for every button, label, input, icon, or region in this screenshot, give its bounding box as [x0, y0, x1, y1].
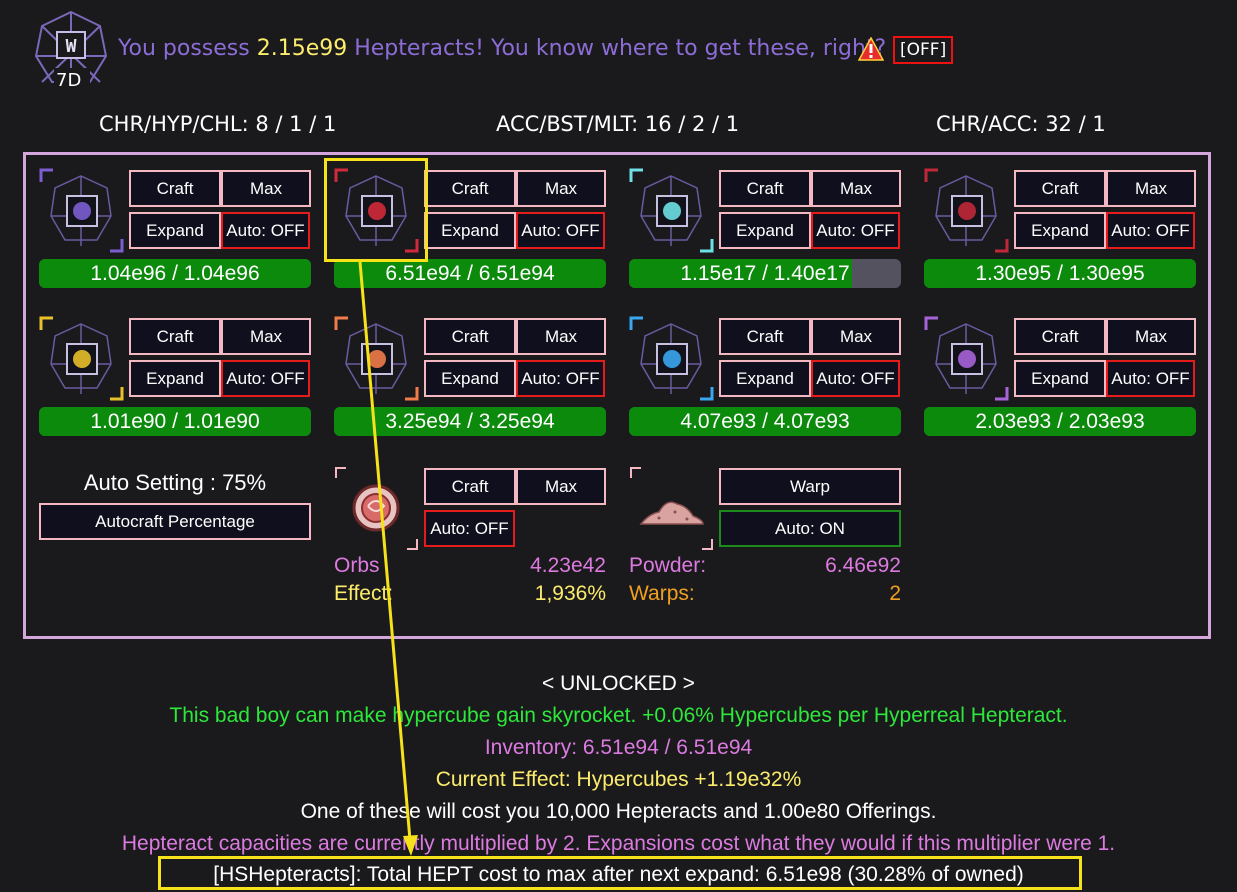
hepteract-amount: 2.15e99 — [256, 36, 348, 61]
capacity-text: 1.01e90 / 1.01e90 — [90, 410, 260, 433]
warning-icon[interactable] — [858, 37, 884, 61]
craft-button[interactable]: Craft — [1014, 318, 1106, 355]
boost-hepteract-icon[interactable] — [629, 316, 714, 401]
auto-toggle[interactable]: Auto: OFF — [221, 212, 310, 249]
hepteract-description: This bad boy can make hypercube gain sky… — [169, 704, 1068, 727]
capacity-text: 1.04e96 / 1.04e96 — [90, 262, 260, 285]
expand-button[interactable]: Expand — [1014, 212, 1106, 249]
powder-auto-toggle[interactable]: Auto: ON — [719, 510, 901, 547]
hs-highlight-box — [158, 856, 1082, 890]
inventory-text: Inventory: 6.51e94 / 6.51e94 — [484, 736, 753, 759]
capacity-bar: 1.30e95 / 1.30e95 — [924, 259, 1196, 288]
max-button[interactable]: Max — [1106, 170, 1196, 207]
auto-toggle[interactable]: Auto: OFF — [221, 360, 310, 397]
capacity-bar: 1.01e90 / 1.01e90 — [39, 407, 311, 436]
expand-button[interactable]: Expand — [719, 360, 811, 397]
cost-text: One of these will cost you 10,000 Hepter… — [300, 800, 937, 823]
current-effect-text: Current Effect: Hypercubes +1.19e32% — [435, 768, 802, 791]
effect-value: 1,936% — [534, 582, 606, 605]
auto-toggle[interactable]: Auto: OFF — [516, 212, 605, 249]
auto-toggle[interactable]: Auto: OFF — [1106, 212, 1195, 249]
abyss-hepteract-icon[interactable] — [924, 168, 1009, 253]
auto-setting-label: Auto Setting : 75% — [83, 470, 267, 495]
warps-label: Warps: — [629, 582, 695, 605]
capacity-text: 1.15e17 / 1.40e17 — [680, 262, 850, 285]
max-button[interactable]: Max — [811, 318, 901, 355]
capacity-bar: 1.15e17 / 1.40e17 — [629, 259, 901, 288]
capacity-bar: 2.03e93 / 2.03e93 — [924, 407, 1196, 436]
accelerator-hepteract-icon[interactable] — [334, 316, 419, 401]
max-button[interactable]: Max — [516, 170, 606, 207]
craft-button[interactable]: Craft — [129, 318, 221, 355]
max-button[interactable]: Max — [516, 318, 606, 355]
warp-button[interactable]: Warp — [719, 468, 901, 505]
auto-toggle[interactable]: Auto: OFF — [1106, 360, 1195, 397]
craft-button[interactable]: Craft — [129, 170, 221, 207]
ratio-chr-acc: CHR/ACC: 32 / 1 — [936, 112, 1106, 136]
unlocked-status: < UNLOCKED > — [542, 672, 695, 695]
craft-button[interactable]: Craft — [424, 318, 516, 355]
warps-value: 2 — [889, 582, 901, 605]
expand-button[interactable]: Expand — [424, 360, 516, 397]
expand-button[interactable]: Expand — [129, 212, 221, 249]
craft-button[interactable]: Craft — [424, 170, 516, 207]
max-button[interactable]: Max — [221, 170, 311, 207]
orb-craft-button[interactable]: Craft — [424, 468, 516, 505]
powder-value: 6.46e92 — [825, 554, 901, 577]
powder-label: Powder: — [629, 554, 707, 577]
expand-button[interactable]: Expand — [129, 360, 221, 397]
ratio-chr-hyp-chl: CHR/HYP/CHL: 8 / 1 / 1 — [99, 112, 337, 136]
auto-toggle[interactable]: Auto: OFF — [516, 360, 605, 397]
max-button[interactable]: Max — [221, 318, 311, 355]
capacity-text: 2.03e93 / 2.03e93 — [975, 410, 1145, 433]
max-button[interactable]: Max — [1106, 318, 1196, 355]
orb-auto-toggle[interactable]: Auto: OFF — [424, 510, 515, 547]
challenge-hepteract-icon[interactable] — [629, 168, 714, 253]
auto-toggle[interactable]: Auto: OFF — [811, 360, 900, 397]
orb-icon[interactable] — [334, 466, 419, 551]
capacity-bar: 4.07e93 / 4.07e93 — [629, 407, 901, 436]
chronos-hepteract-icon[interactable] — [39, 168, 124, 253]
autocraft-percentage-button[interactable]: Autocraft Percentage — [39, 503, 311, 540]
capacity-text: 1.30e95 / 1.30e95 — [975, 262, 1145, 285]
orbs-label: Orbs — [334, 554, 380, 577]
auto-toggle[interactable]: Auto: OFF — [811, 212, 900, 249]
max-button[interactable]: Max — [811, 170, 901, 207]
capacity-text: 3.25e94 / 3.25e94 — [385, 410, 555, 433]
svg-text:W: W — [66, 36, 77, 57]
capacity-bar: 6.51e94 / 6.51e94 — [334, 259, 606, 288]
powder-icon[interactable] — [629, 466, 714, 551]
expand-button[interactable]: Expand — [719, 212, 811, 249]
craft-button[interactable]: Craft — [719, 318, 811, 355]
capacity-text: 6.51e94 / 6.51e94 — [385, 262, 555, 285]
highlight-box — [324, 158, 428, 262]
multiplier-hepteract-icon[interactable] — [924, 316, 1009, 401]
expand-button[interactable]: Expand — [1014, 360, 1106, 397]
expand-button[interactable]: Expand — [424, 212, 516, 249]
effect-label: Effect: — [334, 582, 394, 605]
capacity-bar: 3.25e94 / 3.25e94 — [334, 407, 606, 436]
craft-button[interactable]: Craft — [1014, 170, 1106, 207]
craft-button[interactable]: Craft — [719, 170, 811, 207]
hepteract-count-text: You possess 2.15e99 Hepteracts! You know… — [118, 36, 887, 61]
orbs-value: 4.23e42 — [530, 554, 606, 577]
hepteract-toggle-button[interactable]: [OFF] — [893, 36, 954, 64]
capacity-bar: 1.04e96 / 1.04e96 — [39, 259, 311, 288]
capacity-text: Hepteract capacities are currently multi… — [121, 832, 1116, 855]
quark-hepteract-icon[interactable] — [39, 316, 124, 401]
logo-label: 7D — [56, 70, 82, 91]
capacity-text: 4.07e93 / 4.07e93 — [680, 410, 850, 433]
ratio-acc-bst-mlt: ACC/BST/MLT: 16 / 2 / 1 — [496, 112, 740, 136]
orb-max-button[interactable]: Max — [516, 468, 606, 505]
